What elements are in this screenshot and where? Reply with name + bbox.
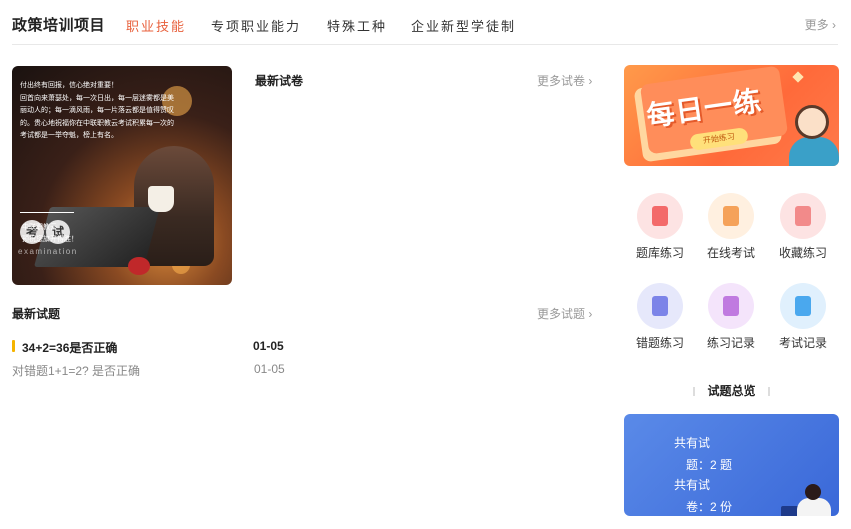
star-book-icon xyxy=(780,193,826,239)
wrong-questions-practice[interactable]: 错题练习 xyxy=(630,283,690,351)
brand-title: 政策培训项目 xyxy=(12,17,106,34)
quick-link-label: 收藏练习 xyxy=(778,246,827,260)
banner-divider xyxy=(20,212,74,213)
question-item-title[interactable]: 34+2=36是否正确 xyxy=(22,339,117,356)
banner-line: 考试都是一举夺魁，榜上有名。 xyxy=(20,132,118,139)
overview-heading: 试题总览 xyxy=(624,382,839,399)
top-nav: 政策培训项目 职业技能 专项职业能力 特殊工种 企业新型学徒制 更多 › xyxy=(12,0,838,45)
error-doc-icon xyxy=(637,283,683,329)
questions-value: 题：2 题 xyxy=(686,458,733,472)
girl-illustration xyxy=(789,137,839,166)
latest-papers-title: 最新试卷 xyxy=(255,74,304,88)
divider-tick xyxy=(693,387,696,397)
overview-stats-card: 共有试 题：2 题 共有试 卷：2 份 xyxy=(624,414,839,516)
tab-vocational-skills[interactable]: 职业技能 xyxy=(126,16,186,35)
girl-head xyxy=(795,105,829,139)
overview-title: 试题总览 xyxy=(707,384,756,398)
banner-line: 回首向来萧瑟处，每一次日出，每一层迷雾都是美 xyxy=(20,94,174,102)
practice-records[interactable]: 练习记录 xyxy=(701,283,761,351)
person-illustration xyxy=(797,498,831,516)
banner-line: 的。贵心地祝福你在中联职教云考试积累每一次的 xyxy=(20,119,174,127)
banner-line: 付出终有回报，信心绝对重要！ xyxy=(20,82,118,89)
question-item-date: 01-05 xyxy=(254,362,285,376)
papers-value: 卷：2 份 xyxy=(686,500,733,514)
banner-footer: 中联职教云 预祝您旗开得胜！ xyxy=(22,222,78,246)
question-item-date: 01-05 xyxy=(253,339,284,353)
quick-link-label: 题库练习 xyxy=(635,246,684,260)
latest-questions-title: 最新试题 xyxy=(12,307,61,321)
question-bank-practice[interactable]: 题库练习 xyxy=(630,193,690,261)
quick-link-label: 练习记录 xyxy=(706,336,755,350)
more-papers-link[interactable]: 更多试卷 › xyxy=(537,72,592,89)
question-marker xyxy=(12,340,15,352)
banner-english: examination xyxy=(18,247,78,256)
papers-label: 共有试 xyxy=(674,478,711,492)
banner-footer-line: 预祝您旗开得胜！ xyxy=(22,236,78,243)
list-icon xyxy=(708,283,754,329)
sparkle-icon xyxy=(792,71,804,83)
tab-special-trades[interactable]: 特殊工种 xyxy=(327,16,387,35)
quick-link-label: 考试记录 xyxy=(778,336,827,350)
questions-label: 共有试 xyxy=(674,436,711,450)
divider-tick xyxy=(767,387,770,397)
banner-line: 丽动人的；每一滴风雨，每一片落云都是值得赞叹 xyxy=(20,107,174,114)
daily-practice-card[interactable]: 每日一练 开始练习 xyxy=(624,65,839,166)
question-item-title[interactable]: 对错题1+1=2? 是否正确 xyxy=(12,362,140,379)
notebook-icon xyxy=(637,193,683,239)
nav-more-link[interactable]: 更多 › xyxy=(805,16,836,33)
favorites-practice[interactable]: 收藏练习 xyxy=(773,193,833,261)
online-exam[interactable]: 在线考试 xyxy=(701,193,761,261)
exam-records[interactable]: 考试记录 xyxy=(773,283,833,351)
tab-apprenticeship[interactable]: 企业新型学徒制 xyxy=(411,16,516,35)
cup-figure xyxy=(148,186,174,212)
quick-link-label: 错题练习 xyxy=(635,336,684,350)
quick-link-label: 在线考试 xyxy=(706,246,755,260)
person-head xyxy=(805,484,821,500)
apple-figure xyxy=(128,257,150,275)
more-questions-link[interactable]: 更多试题 › xyxy=(537,305,592,322)
exam-banner-image[interactable]: 付出终有回报，信心绝对重要！ 回首向来萧瑟处，每一次日出，每一层迷雾都是美 丽动… xyxy=(12,66,232,285)
banner-footer-line: 中联职教云 xyxy=(22,224,57,231)
tab-special-ability[interactable]: 专项职业能力 xyxy=(211,16,301,35)
book-icon xyxy=(708,193,754,239)
banner-text: 付出终有回报，信心绝对重要！ 回首向来萧瑟处，每一次日出，每一层迷雾都是美 丽动… xyxy=(20,80,200,143)
clipboard-icon xyxy=(780,283,826,329)
